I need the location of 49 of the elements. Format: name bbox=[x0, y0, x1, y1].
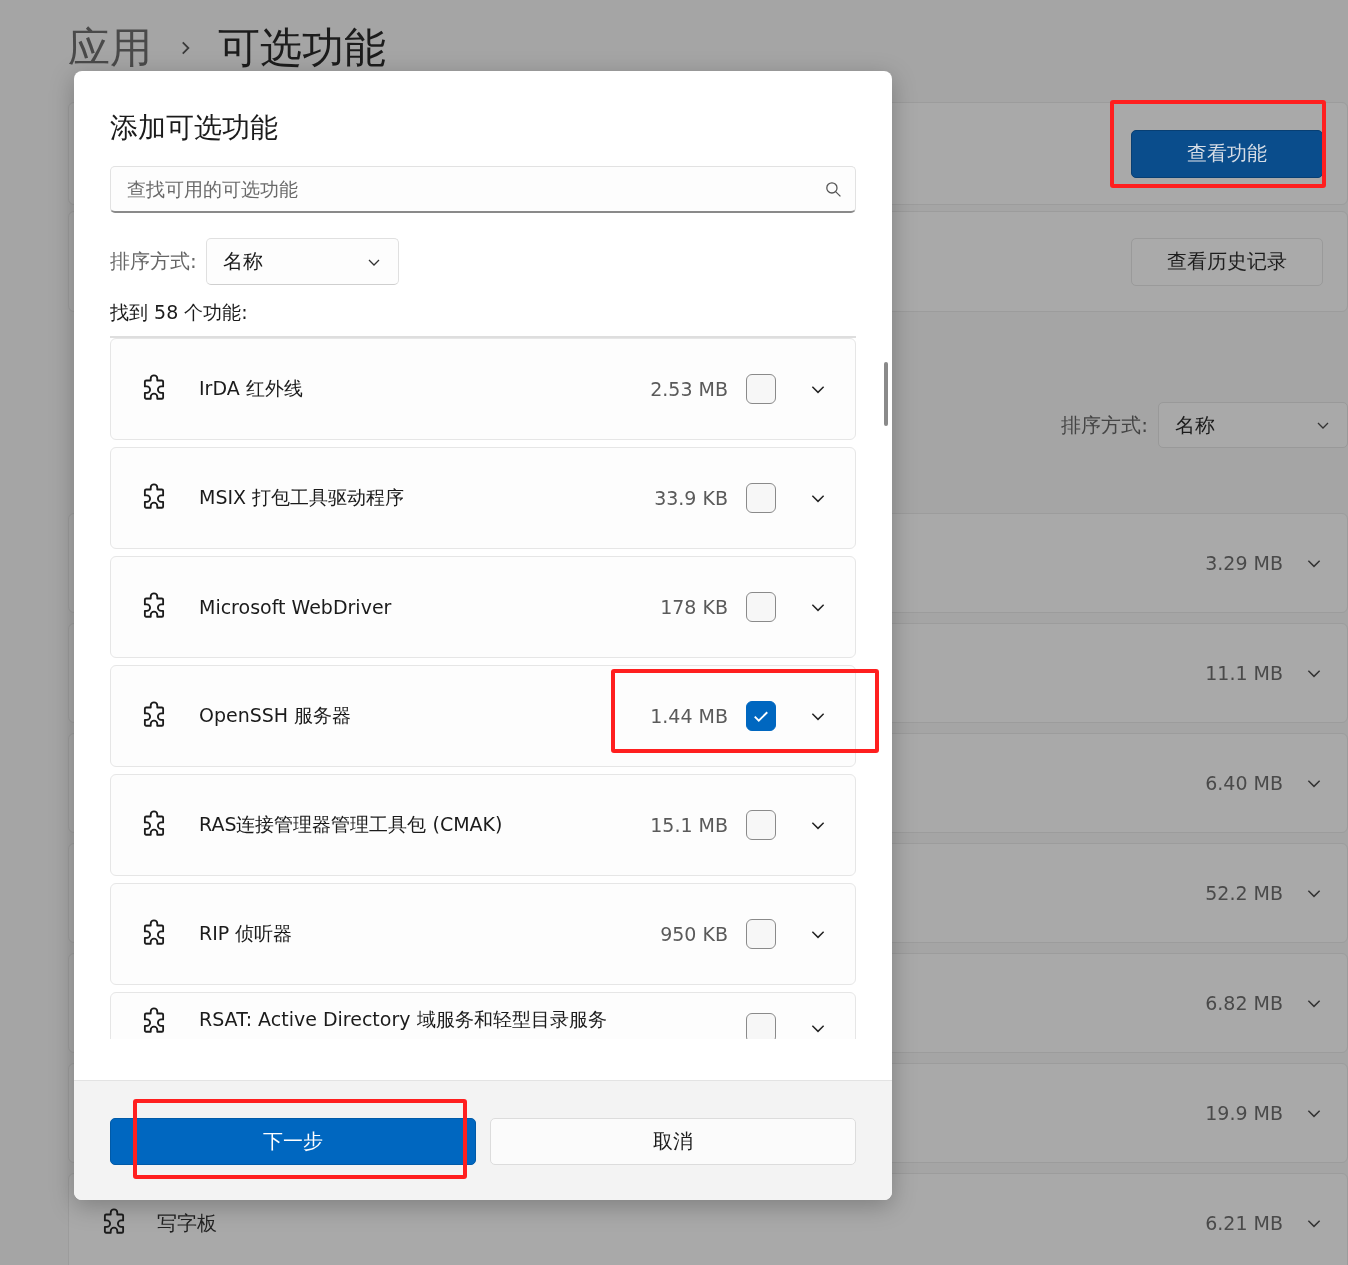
feature-size: 15.1 MB bbox=[650, 814, 728, 836]
feature-size: 33.9 KB bbox=[654, 487, 728, 509]
feature-size: 6.82 MB bbox=[1205, 992, 1283, 1014]
sort-dropdown[interactable]: 名称 bbox=[205, 238, 399, 285]
feature-size: 19.9 MB bbox=[1205, 1102, 1283, 1124]
bg-action-button[interactable]: 查看历史记录 bbox=[1131, 237, 1323, 286]
scrollbar-thumb[interactable] bbox=[884, 362, 888, 426]
feature-item[interactable]: IrDA 红外线 2.53 MB bbox=[110, 338, 856, 440]
checkbox[interactable] bbox=[746, 701, 776, 731]
feature-item[interactable]: Microsoft WebDriver 178 KB bbox=[110, 556, 856, 658]
dialog-button[interactable]: 下一步 bbox=[110, 1118, 476, 1165]
dialog-title: 添加可选功能 bbox=[110, 110, 279, 146]
feature-name: Microsoft WebDriver bbox=[199, 596, 392, 618]
feature-size: 2.53 MB bbox=[650, 378, 728, 400]
feature-name: RSAT: Active Directory 域服务和轻型目录服务 bbox=[199, 1007, 607, 1032]
feature-name: RAS连接管理器管理工具包 (CMAK) bbox=[199, 812, 503, 837]
feature-name: 写字板 bbox=[157, 1209, 217, 1237]
feature-item[interactable]: RSAT: Active Directory 域服务和轻型目录服务 bbox=[110, 992, 856, 1039]
checkbox[interactable] bbox=[746, 483, 776, 513]
feature-size: 6.21 MB bbox=[1205, 1212, 1283, 1234]
feature-name: OpenSSH 服务器 bbox=[199, 703, 352, 728]
feature-name: RIP 侦听器 bbox=[199, 921, 293, 946]
feature-item[interactable]: MSIX 打包工具驱动程序 33.9 KB bbox=[110, 447, 856, 549]
search-icon bbox=[825, 181, 842, 198]
feature-size: 178 KB bbox=[660, 596, 728, 618]
feature-name: MSIX 打包工具驱动程序 bbox=[199, 485, 405, 510]
sort-label: 排序方式: bbox=[1061, 411, 1148, 439]
feature-size: 11.1 MB bbox=[1205, 662, 1283, 684]
search-field[interactable]: 查找可用的可选功能 bbox=[110, 166, 856, 213]
checkbox[interactable] bbox=[746, 592, 776, 622]
feature-name: IrDA 红外线 bbox=[199, 376, 303, 401]
feature-size: 52.2 MB bbox=[1205, 882, 1283, 904]
feature-size: 1.44 MB bbox=[650, 705, 728, 727]
checkbox[interactable] bbox=[746, 810, 776, 840]
feature-item[interactable]: RAS连接管理器管理工具包 (CMAK) 15.1 MB bbox=[110, 774, 856, 876]
sort-label: 排序方式: bbox=[110, 248, 197, 275]
checkbox[interactable] bbox=[746, 1013, 776, 1039]
breadcrumb-item: 可选功能 bbox=[218, 22, 386, 74]
checkbox[interactable] bbox=[746, 374, 776, 404]
bg-action-button[interactable]: 查看功能 bbox=[1131, 129, 1323, 178]
sort-dropdown[interactable]: 名称 bbox=[1158, 402, 1348, 448]
feature-item[interactable]: OpenSSH 服务器 1.44 MB bbox=[110, 665, 856, 767]
checkbox[interactable] bbox=[746, 919, 776, 949]
feature-size: 6.40 MB bbox=[1205, 772, 1283, 794]
feature-size: 3.29 MB bbox=[1205, 552, 1283, 574]
dialog-button[interactable]: 取消 bbox=[490, 1118, 856, 1165]
feature-item[interactable]: RIP 侦听器 950 KB bbox=[110, 883, 856, 985]
feature-size: 950 KB bbox=[660, 923, 728, 945]
result-count: 找到 58 个功能: bbox=[110, 300, 249, 325]
